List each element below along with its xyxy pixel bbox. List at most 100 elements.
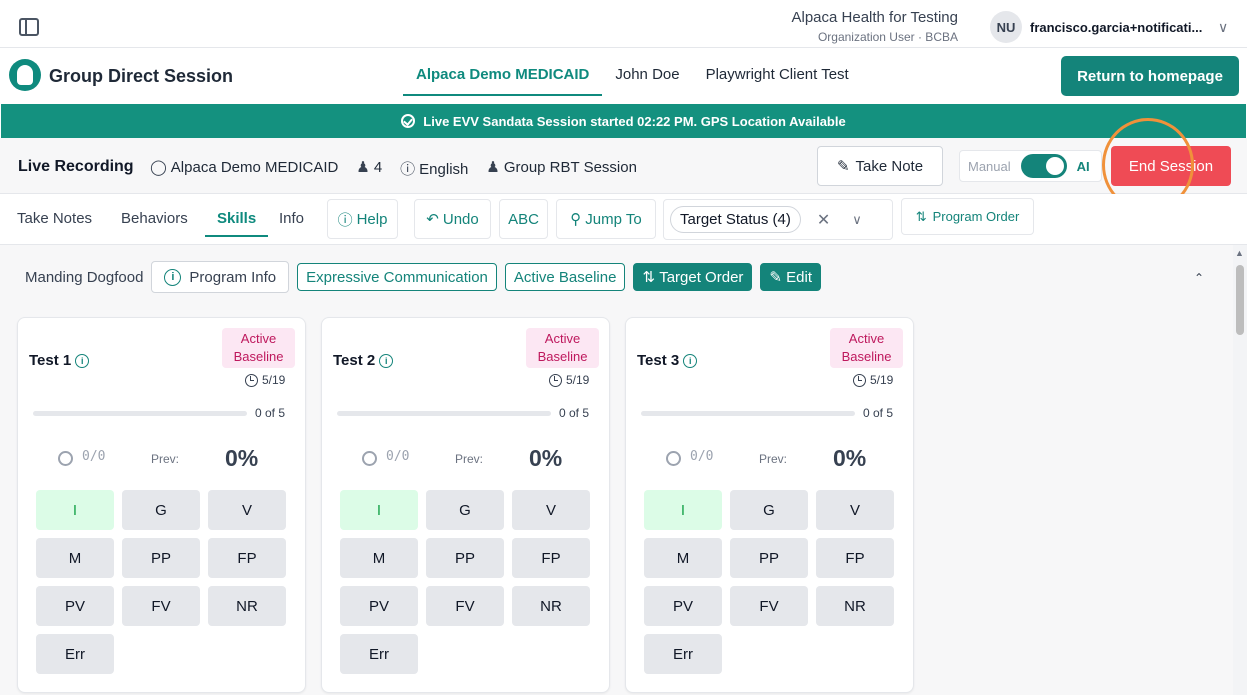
prompt-level-button[interactable]: Err: [644, 634, 722, 674]
edit-program-button[interactable]: ✎ Edit: [760, 263, 822, 291]
undo-button[interactable]: ↶ Undo: [414, 199, 491, 239]
prompt-level-button[interactable]: PV: [340, 586, 418, 626]
prompt-level-button[interactable]: FP: [208, 538, 286, 578]
target-order-button[interactable]: ⇅ Target Order: [633, 263, 753, 291]
prompt-level-button[interactable]: Err: [36, 634, 114, 674]
trial-ratio: 0/0: [386, 449, 410, 464]
org-role: Organization User · BCBA: [817, 30, 958, 44]
scrollbar-thumb[interactable]: [1236, 265, 1244, 335]
target-title: Test 1i: [29, 352, 90, 369]
prompt-level-button[interactable]: FV: [426, 586, 504, 626]
percent-value: 0%: [529, 445, 563, 471]
prompt-level-button[interactable]: NR: [816, 586, 894, 626]
mode-ai-label: AI: [1076, 158, 1090, 174]
undo-label: Undo: [442, 210, 479, 228]
progress-bar: [337, 411, 551, 416]
prompt-level-button[interactable]: FP: [816, 538, 894, 578]
sidebar-toggle-icon[interactable]: [19, 18, 39, 36]
take-note-button[interactable]: ✎ Take Note: [817, 146, 943, 186]
help-button[interactable]: ⓘ Help: [327, 199, 398, 239]
prompt-level-button[interactable]: I: [644, 490, 722, 530]
trial-radio[interactable]: [666, 451, 681, 466]
ai-mode-toggle[interactable]: [1020, 154, 1067, 178]
abc-button[interactable]: ABC: [499, 199, 548, 239]
target-status-chip: Target Status (4): [670, 206, 801, 233]
tab-client-playwright-client-test[interactable]: Playwright Client Test: [693, 58, 862, 96]
tab-client-john-doe[interactable]: John Doe: [602, 58, 692, 96]
prompt-level-button[interactable]: G: [426, 490, 504, 530]
program-order-label: Program Order: [932, 209, 1020, 224]
prompt-level-button[interactable]: FV: [730, 586, 808, 626]
target-date-text: 5/19: [262, 373, 286, 387]
evv-banner: Live EVV Sandata Session started 02:22 P…: [1, 104, 1246, 138]
percent-value: 0%: [833, 445, 867, 471]
tab-skills[interactable]: Skills: [205, 210, 269, 237]
prompt-level-button[interactable]: FV: [122, 586, 200, 626]
recording-title: Live Recording: [18, 158, 134, 175]
target-date: 5/19: [853, 373, 893, 387]
user-menu[interactable]: NU francisco.garcia+notificati... ∨: [990, 11, 1228, 43]
prompt-level-button[interactable]: M: [340, 538, 418, 578]
help-icon: ⓘ: [337, 211, 353, 229]
program-order-button[interactable]: ⇅ Program Order: [901, 198, 1034, 235]
clear-filter-icon[interactable]: ✕: [817, 210, 830, 230]
target-title-text: Test 3: [637, 352, 680, 369]
prompt-level-button[interactable]: I: [340, 490, 418, 530]
jump-to-button[interactable]: ⚲ Jump To: [556, 199, 656, 239]
end-session-button[interactable]: End Session: [1111, 146, 1231, 186]
info-icon[interactable]: i: [683, 353, 698, 368]
session-type-label: Group RBT Session: [503, 159, 637, 176]
language-icon: ⓘ: [400, 161, 416, 178]
status-badge: Active Baseline: [526, 328, 599, 368]
prompt-level-button[interactable]: M: [36, 538, 114, 578]
target-title: Test 2i: [333, 352, 394, 369]
prompt-level-button[interactable]: Err: [340, 634, 418, 674]
user-group-icon: ♟: [486, 159, 500, 176]
participant-meta: ♟ 4: [356, 158, 382, 179]
tab-behaviors[interactable]: Behaviors: [121, 210, 188, 227]
prompt-level-button[interactable]: G: [122, 490, 200, 530]
prompt-level-button[interactable]: PV: [644, 586, 722, 626]
chevron-up-icon[interactable]: ⌃: [1194, 271, 1204, 285]
prompt-level-button[interactable]: I: [36, 490, 114, 530]
help-label: Help: [356, 210, 388, 228]
prompt-level-button[interactable]: PP: [730, 538, 808, 578]
tab-take-notes[interactable]: Take Notes: [17, 210, 92, 227]
prompt-level-button[interactable]: NR: [208, 586, 286, 626]
prompt-level-button[interactable]: PP: [426, 538, 504, 578]
program-info-button[interactable]: i Program Info: [151, 261, 290, 293]
chevron-down-icon[interactable]: ∨: [852, 212, 862, 228]
progress-text: 0 of 5: [559, 406, 590, 420]
prompt-level-button[interactable]: V: [208, 490, 286, 530]
prev-label: Prev:: [151, 452, 180, 466]
info-icon[interactable]: i: [379, 353, 394, 368]
prompt-level-button[interactable]: G: [730, 490, 808, 530]
target-status-filter[interactable]: Target Status (4) ✕ ∨: [663, 199, 893, 240]
program-header: Manding Dogfood i Program Info Expressiv…: [25, 261, 822, 293]
search-icon: ⚲: [570, 211, 582, 228]
tab-client-alpaca-demo-medicaid[interactable]: Alpaca Demo MEDICAID: [403, 58, 603, 96]
prompt-level-button[interactable]: FP: [512, 538, 590, 578]
progress-bar: [33, 411, 247, 416]
prev-label: Prev:: [759, 452, 788, 466]
prompt-level-button[interactable]: PV: [36, 586, 114, 626]
prompt-level-grid: I G V M PP FP PV FV NR Err: [340, 490, 590, 674]
prompt-level-button[interactable]: V: [816, 490, 894, 530]
prompt-level-button[interactable]: NR: [512, 586, 590, 626]
info-icon[interactable]: i: [75, 353, 90, 368]
trial-radio[interactable]: [362, 451, 377, 466]
trial-radio[interactable]: [58, 451, 73, 466]
language-meta: ⓘ English: [400, 158, 468, 179]
session-type-meta: ♟ Group RBT Session: [486, 158, 637, 179]
tab-info[interactable]: Info: [279, 210, 304, 227]
prompt-level-button[interactable]: M: [644, 538, 722, 578]
chevron-down-icon[interactable]: ∨: [1218, 19, 1228, 36]
prompt-level-button[interactable]: V: [512, 490, 590, 530]
return-to-homepage-button[interactable]: Return to homepage: [1061, 56, 1239, 96]
recording-meta: ◯ Alpaca Demo MEDICAID ♟ 4 ⓘ English ♟ Group…: [150, 158, 637, 179]
prompt-level-button[interactable]: PP: [122, 538, 200, 578]
skills-toolbar: Take Notes Behaviors Skills Info ⓘ Help ↶…: [0, 194, 1247, 245]
prev-label: Prev:: [455, 452, 484, 466]
check-circle-icon: [401, 114, 416, 128]
scroll-up-arrow-icon[interactable]: ▲: [1235, 248, 1244, 258]
